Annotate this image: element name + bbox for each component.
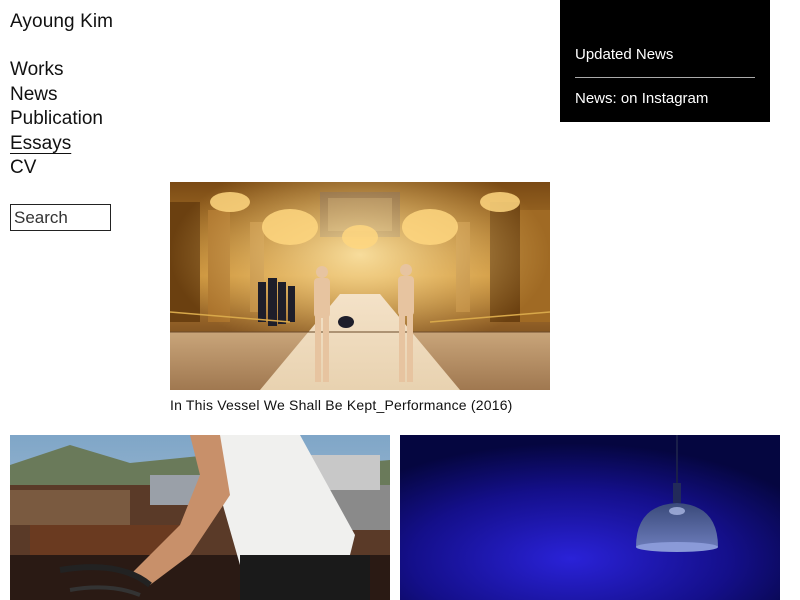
feature-caption[interactable]: In This Vessel We Shall Be Kept_Performa… [170, 397, 513, 413]
nav-item-publication[interactable]: Publication [10, 107, 103, 132]
nav-item-cv[interactable]: CV [10, 156, 103, 181]
thumbnail-blue-lamp[interactable] [400, 435, 780, 600]
page: Ayoung Kim Works News Publication Essays… [0, 0, 800, 600]
feature-image[interactable] [170, 182, 550, 390]
blue-lamp-photo [400, 435, 780, 600]
thumbnail-harbor-rider[interactable] [10, 435, 390, 600]
nav-item-essays[interactable]: Essays [10, 132, 103, 157]
site-title[interactable]: Ayoung Kim [10, 10, 113, 34]
instagram-news-link[interactable]: News: on Instagram [575, 90, 708, 107]
nav-item-works[interactable]: Works [10, 58, 103, 83]
main-nav: Works News Publication Essays CV [10, 58, 103, 181]
updated-news-link[interactable]: Updated News [575, 46, 673, 63]
news-divider [575, 77, 755, 78]
nav-item-news[interactable]: News [10, 83, 103, 108]
harbor-rider-photo [10, 435, 390, 600]
search-input[interactable] [10, 204, 111, 231]
news-box: Updated News News: on Instagram [560, 0, 770, 122]
feature-photo [170, 182, 550, 390]
